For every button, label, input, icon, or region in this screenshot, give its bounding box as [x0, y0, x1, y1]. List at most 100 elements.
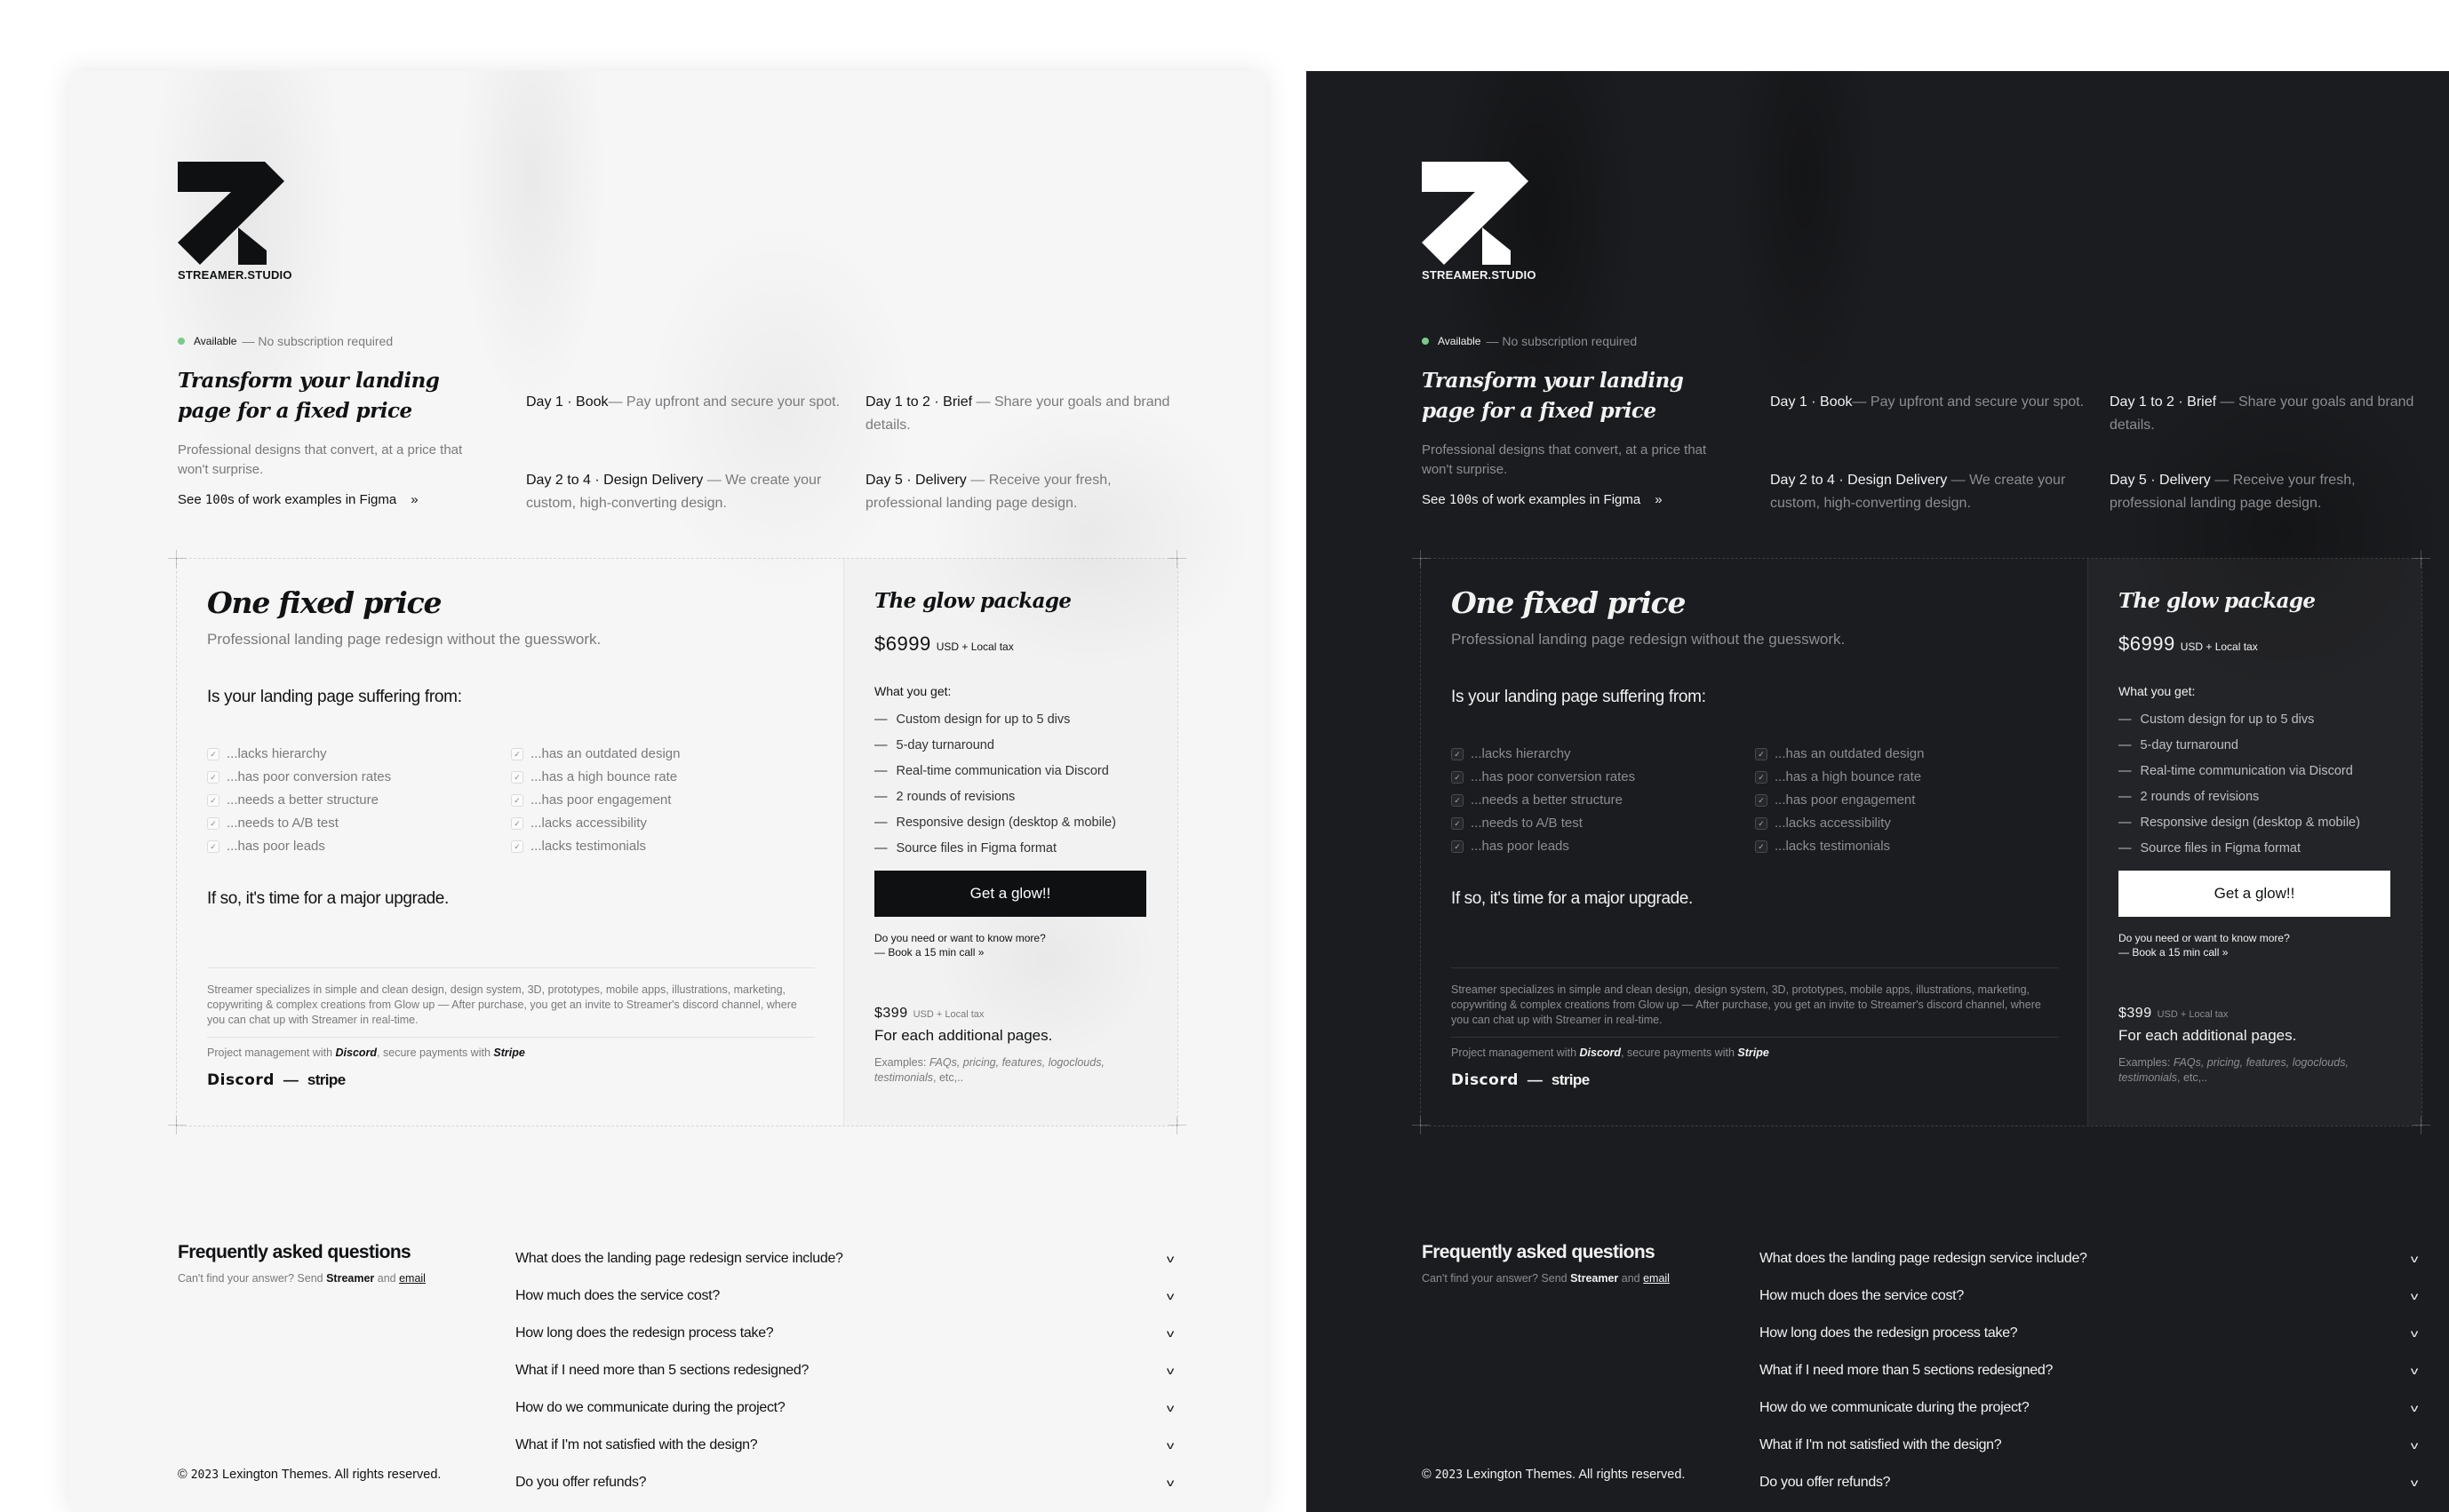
feature-item: — Responsive design (desktop & mobile) — [874, 810, 1147, 836]
figma-examples-link[interactable]: See 100s of work examples in Figma » — [1422, 492, 1663, 507]
know-more: Do you need or want to know more? — Book… — [2118, 931, 2391, 959]
feature-label: Source files in Figma format — [2140, 841, 2301, 855]
faq-item[interactable]: How much does the service cost? v — [515, 1277, 1175, 1315]
step-item: Day 1 to 2 · Brief — Share your goals an… — [2110, 391, 2449, 437]
chevron-down-icon: v — [2411, 1253, 2419, 1265]
feature-label: 2 rounds of revisions — [896, 790, 1016, 804]
logo-separator: — — [1527, 1071, 1543, 1088]
know-more-text: Do you need or want to know more? — [874, 932, 1046, 944]
dash-icon: — — [2118, 738, 2132, 752]
problem-item: ✓ ...has a high bounce rate — [1755, 769, 2059, 784]
pricing-card: One fixed price Professional landing pag… — [168, 550, 1186, 1134]
email-link[interactable]: email — [399, 1272, 426, 1285]
availability-row: Available — No subscription required — [1422, 334, 1637, 348]
get-a-glow-button[interactable]: Get a glow!! — [874, 871, 1146, 917]
problem-item: ✓ ...lacks accessibility — [1755, 816, 2059, 831]
faq-item[interactable]: How do we communicate during the project… — [515, 1389, 1175, 1427]
features-label: What you get: — [874, 684, 952, 698]
faq-item[interactable]: What if I need more than 5 sections rede… — [1759, 1352, 2419, 1389]
process-steps: Day 1 · Book— Pay upfront and secure you… — [1770, 391, 2445, 515]
chevron-down-icon: v — [1167, 1402, 1175, 1414]
step-item: Day 1 to 2 · Brief — Share your goals an… — [866, 391, 1205, 437]
dash-icon: — — [2118, 790, 2132, 804]
additional-price: $399 — [874, 1006, 908, 1021]
dash-icon: — — [874, 712, 888, 727]
checkbox-check-icon: ✓ — [207, 840, 219, 853]
checkbox-check-icon: ✓ — [511, 747, 523, 760]
status-dot-icon — [1422, 338, 1429, 345]
link-suffix: s of work examples in Figma — [1472, 492, 1641, 507]
checkbox-check-icon: ✓ — [1755, 770, 1767, 784]
partner-logos: Discord — stripe — [207, 1071, 815, 1089]
tools-note: Project management with Discord, secure … — [1451, 1046, 2059, 1059]
faq-item[interactable]: How do we communicate during the project… — [1759, 1389, 2419, 1427]
faq-item[interactable]: What if I need more than 5 sections rede… — [515, 1352, 1175, 1389]
problem-item: ✓ ...has poor engagement — [1755, 792, 2059, 808]
faq-item[interactable]: What if I'm not satisfied with the desig… — [515, 1427, 1175, 1464]
problems-question: Is your landing page suffering from: — [1451, 688, 1706, 706]
problem-label: ...has poor leads — [227, 839, 325, 854]
faq-item[interactable]: Do you offer refunds? v — [1759, 1464, 2419, 1501]
faq-item[interactable]: Do you offer refunds? v — [515, 1464, 1175, 1501]
brand-name: STREAMER.STUDIO — [1422, 268, 1536, 282]
step-item: Day 2 to 4 · Design Delivery — We create… — [1770, 469, 2110, 515]
problem-item: ✓ ...needs to A/B test — [1451, 816, 1755, 831]
email-link[interactable]: email — [1643, 1272, 1670, 1285]
faq-question: How do we communicate during the project… — [515, 1400, 786, 1415]
feature-label: Responsive design (desktop & mobile) — [896, 816, 1116, 830]
checkbox-check-icon: ✓ — [1755, 747, 1767, 760]
figma-examples-link[interactable]: See 100s of work examples in Figma » — [178, 492, 419, 507]
feature-item: — 5-day turnaround — [2118, 733, 2391, 759]
step-label: Day 5 · Delivery — [2110, 473, 2211, 488]
discord-logo: Discord — [1451, 1071, 1519, 1089]
link-prefix: See — [178, 492, 205, 507]
checkbox-check-icon: ✓ — [511, 793, 523, 807]
step-label: Day 1 · Book — [1770, 394, 1853, 410]
checkbox-check-icon: ✓ — [511, 816, 523, 830]
problem-item: ✓ ...lacks hierarchy — [207, 746, 511, 761]
problem-item: ✓ ...lacks testimonials — [1755, 839, 2059, 854]
faq-item[interactable]: How much does the service cost? v — [1759, 1277, 2419, 1315]
package-panel: The glow package $6999 USD + Local tax W… — [843, 559, 1177, 1126]
divider — [207, 1037, 815, 1038]
hero-title: Transform your landing page for a fixed … — [178, 369, 440, 423]
feature-item: — 2 rounds of revisions — [2118, 784, 2391, 810]
step-label: Day 2 to 4 · Design Delivery — [526, 473, 704, 488]
step-label: Day 1 · Book — [526, 394, 609, 410]
copyright-symbol: © — [178, 1468, 187, 1482]
faq-item[interactable]: How long does the redesign process take?… — [515, 1315, 1175, 1352]
faq-item[interactable]: How long does the redesign process take?… — [1759, 1315, 2419, 1352]
dash-icon: — — [874, 841, 888, 855]
brand-logo[interactable]: STREAMER.STUDIO — [1422, 162, 1536, 282]
hero-subtitle: Professional designs that convert, at a … — [178, 442, 463, 477]
feature-item: — Real-time communication via Discord — [874, 759, 1147, 784]
brand-logo[interactable]: STREAMER.STUDIO — [178, 162, 291, 282]
book-call-link[interactable]: — Book a 15 min call » — [2118, 946, 2228, 959]
checkbox-check-icon: ✓ — [207, 816, 219, 830]
book-call-link[interactable]: — Book a 15 min call » — [874, 946, 984, 959]
get-a-glow-button[interactable]: Get a glow!! — [2118, 871, 2390, 917]
step-label: Day 2 to 4 · Design Delivery — [1770, 473, 1948, 488]
feature-item: — 5-day turnaround — [874, 733, 1147, 759]
faq-question: How much does the service cost? — [1759, 1288, 1964, 1303]
faq-item[interactable]: What does the landing page redesign serv… — [515, 1240, 1175, 1277]
chevron-down-icon: v — [2411, 1327, 2419, 1340]
step-label: Day 5 · Delivery — [866, 473, 967, 488]
checkbox-check-icon: ✓ — [207, 793, 219, 807]
additional-price: $399 — [2118, 1006, 2152, 1021]
link-mono: 100 — [204, 493, 228, 507]
feature-item: — Custom design for up to 5 divs — [874, 707, 1147, 733]
faq-item[interactable]: What does the landing page redesign serv… — [1759, 1240, 2419, 1277]
double-chevron-right-icon: » — [1655, 492, 1663, 507]
problem-label: ...needs a better structure — [1471, 792, 1623, 808]
faq-question: Do you offer refunds? — [515, 1475, 647, 1490]
faq-list: What does the landing page redesign serv… — [515, 1240, 1175, 1501]
discord-logo: Discord — [207, 1071, 275, 1089]
pm-middle: , secure payments with — [377, 1046, 494, 1059]
problem-label: ...has poor engagement — [530, 792, 672, 808]
faq-question: What if I need more than 5 sections rede… — [1759, 1363, 2054, 1378]
faq-item[interactable]: What if I'm not satisfied with the desig… — [1759, 1427, 2419, 1464]
pricing-details: One fixed price Professional landing pag… — [177, 559, 845, 1126]
pm-stripe: Stripe — [493, 1046, 525, 1059]
dash-icon: — — [874, 738, 888, 752]
